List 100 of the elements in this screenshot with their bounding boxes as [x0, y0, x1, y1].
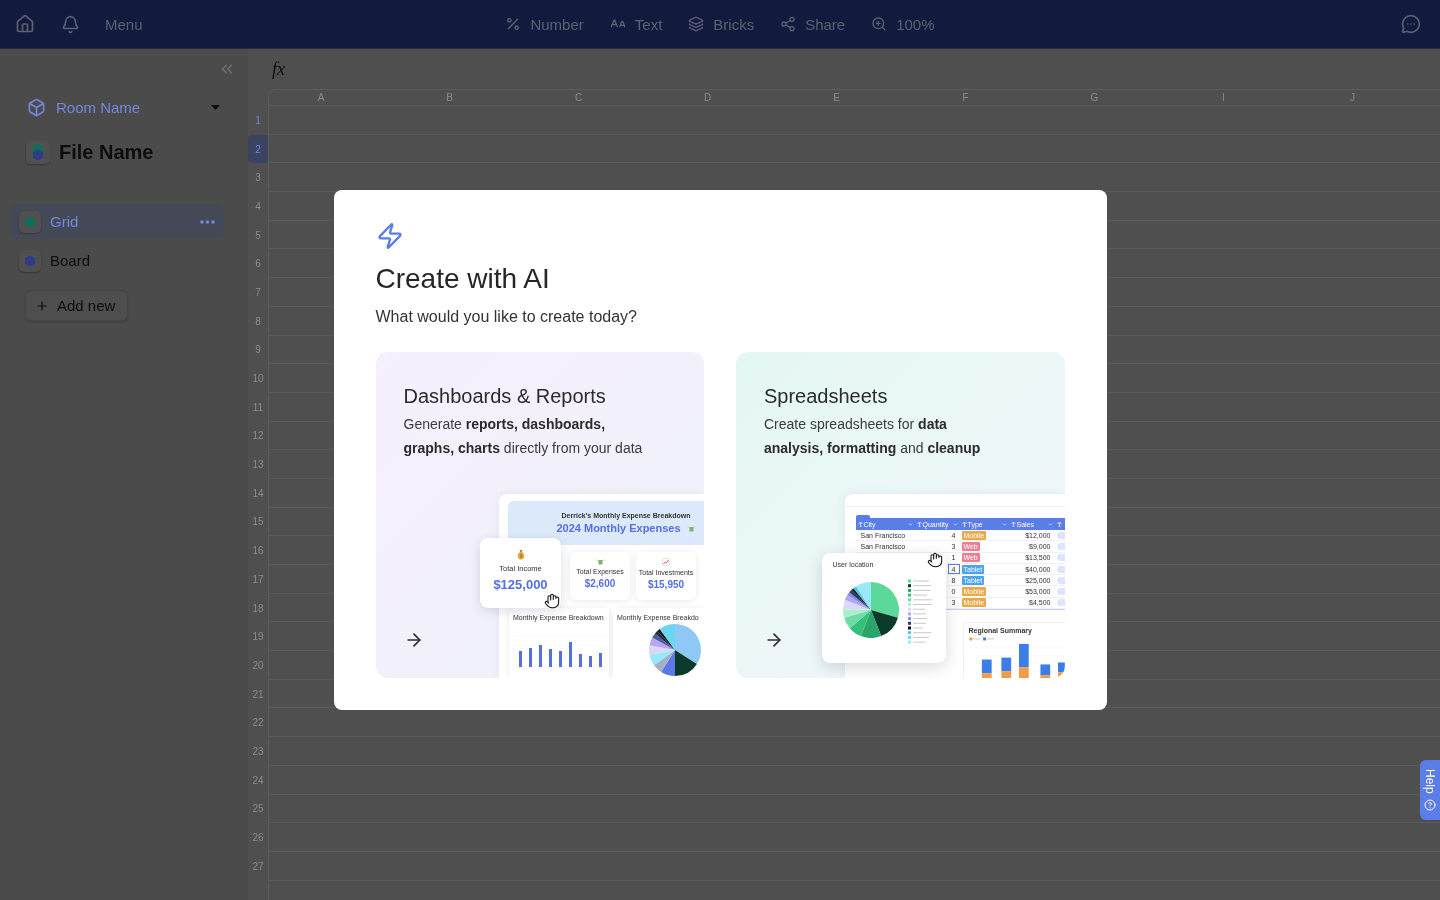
text-type-icon	[857, 521, 863, 527]
option-card[interactable]	[736, 352, 1065, 678]
toolbar-button[interactable]: Text	[601, 9, 671, 39]
caret-icon	[907, 521, 913, 527]
chart-icon	[662, 558, 670, 566]
caret-icon	[1001, 521, 1007, 527]
card-description: Generate reports, dashboards, graphs, charts directly from your data	[403, 415, 644, 458]
row-number: 21	[251, 687, 265, 702]
row-number: 15	[251, 515, 265, 530]
chart-bar	[579, 654, 582, 667]
row-number: 4	[254, 199, 262, 214]
row-number: 2	[248, 134, 268, 164]
cube-icon	[27, 97, 46, 117]
text-type-icon	[961, 521, 967, 527]
caret-icon	[211, 104, 220, 110]
dialog-subtitle: What would you like to create today?	[375, 307, 638, 327]
chart-bar	[519, 651, 522, 667]
row-number: 22	[251, 716, 265, 731]
row-number: 8	[254, 314, 262, 329]
hand-cursor-icon	[926, 552, 943, 568]
row-number: 12	[251, 429, 265, 444]
sidebar-item-label: Grid	[50, 213, 79, 230]
chart-bar	[529, 648, 532, 667]
table-tab	[855, 515, 870, 518]
file-icon	[26, 140, 50, 164]
plus-icon	[35, 298, 49, 313]
more-button[interactable]	[200, 219, 215, 224]
money-bag-icon	[515, 549, 526, 560]
row-number: 26	[251, 831, 265, 846]
stacked-bar	[1000, 657, 1011, 678]
row-number: 19	[251, 630, 265, 645]
toolbar-button[interactable]: Number	[497, 9, 592, 39]
toolbar-button[interactable]: Share	[772, 9, 854, 39]
card-title: Dashboards & Reports	[403, 384, 607, 408]
income-value: $125,000	[493, 577, 548, 592]
banner-heading: 2024 Monthly Expenses	[556, 522, 681, 534]
chart-bar	[569, 642, 572, 667]
dialog-title: Create with AI	[375, 262, 551, 296]
sidebar-item[interactable]: Grid	[10, 204, 225, 239]
stat-value: $2,600	[584, 578, 616, 589]
caret-icon	[1047, 521, 1053, 527]
row-number: 3	[254, 171, 262, 186]
chart-bar	[599, 653, 602, 667]
toolbar-button[interactable]: 100%	[863, 9, 943, 39]
stacked-bar	[981, 659, 992, 678]
bell-icon	[60, 14, 80, 34]
row-number: 11	[251, 400, 265, 415]
row-number: 25	[251, 802, 265, 817]
lightning-icon	[375, 222, 404, 250]
column-header: F	[961, 91, 970, 105]
help-button[interactable]: Help	[1420, 760, 1440, 820]
share-icon	[780, 16, 797, 32]
row-number: 13	[251, 458, 265, 473]
row-number: 17	[251, 572, 265, 587]
banknote-icon	[686, 524, 696, 532]
file-name: File Name	[59, 140, 154, 164]
percent-icon	[505, 16, 522, 32]
banknote-icon	[595, 558, 605, 565]
home-icon	[15, 14, 35, 34]
column-header: E	[832, 91, 841, 105]
stacked-bar	[1057, 662, 1065, 678]
row-number: 14	[251, 486, 265, 501]
caret-icon	[952, 521, 958, 527]
room-selector[interactable]: Room Name	[27, 89, 220, 125]
row-number: 6	[254, 257, 262, 272]
add-new-button[interactable]: Add new	[25, 290, 129, 321]
row-number: 20	[251, 658, 265, 673]
option-card[interactable]	[375, 352, 704, 678]
row-number: 27	[251, 859, 265, 874]
toolbar-button[interactable]: Bricks	[680, 9, 763, 39]
row-number: 18	[251, 601, 265, 616]
help-icon	[1424, 799, 1436, 812]
layers-icon	[688, 16, 705, 32]
column-header: A	[316, 91, 326, 105]
sidebar-item[interactable]: Board	[10, 243, 225, 278]
column-header: C	[573, 91, 584, 105]
menu-button[interactable]: Menu	[99, 11, 149, 37]
stat-value: $15,950	[647, 579, 685, 590]
chart-bar	[589, 656, 592, 667]
text-type-icon	[1010, 521, 1016, 527]
chart-bar	[559, 651, 562, 667]
chart-bar	[549, 649, 552, 667]
stacked-bar	[1039, 664, 1050, 678]
text-type-icon	[1056, 521, 1062, 527]
card-title: Spreadsheets	[764, 384, 889, 408]
column-header: B	[445, 91, 454, 105]
column-header: J	[1349, 91, 1356, 105]
chart-bar	[539, 645, 542, 667]
column-header: D	[702, 91, 713, 105]
row-number: 1	[254, 113, 262, 128]
column-header: G	[1089, 91, 1100, 105]
hand-cursor-icon	[544, 593, 560, 609]
row-number: 24	[251, 773, 265, 788]
row-number: 23	[251, 744, 265, 759]
row-number: 16	[251, 544, 265, 559]
ellipsis-icon	[200, 219, 215, 224]
card-description: Create spreadsheets for data analysis, formatting and cleanup	[764, 415, 982, 458]
text-type-icon	[916, 521, 922, 527]
chat-icon	[1401, 14, 1421, 34]
legend-entry	[968, 637, 980, 641]
